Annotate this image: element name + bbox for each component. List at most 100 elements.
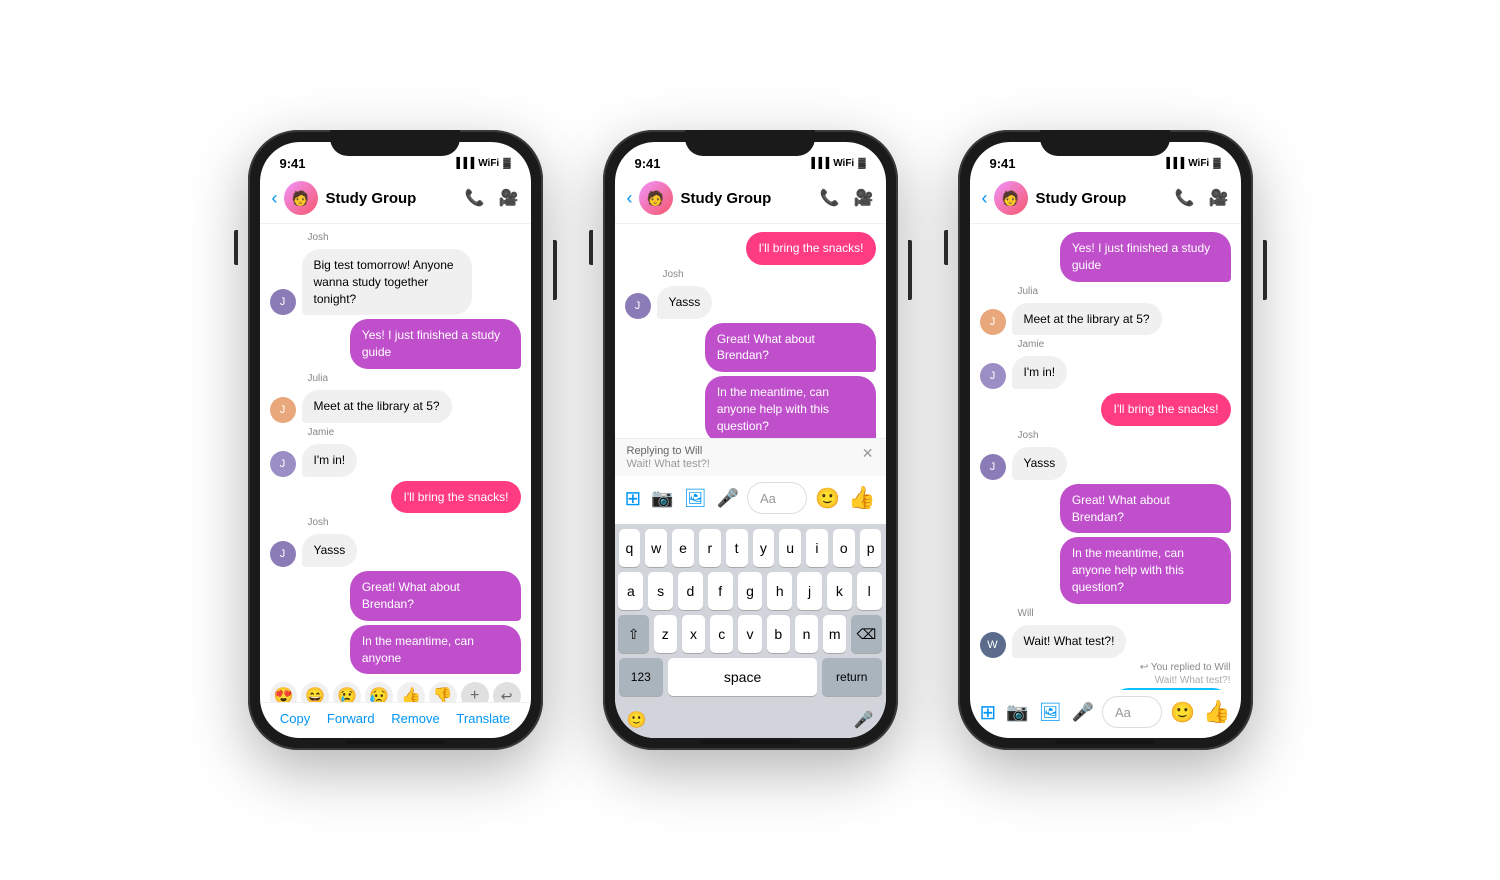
key-n[interactable]: n bbox=[795, 615, 818, 653]
reaction-smile[interactable]: 😄 bbox=[301, 682, 329, 702]
status-time-1: 9:41 bbox=[280, 156, 306, 171]
bubble-p2-3: Great! What about Brendan? bbox=[705, 323, 876, 373]
messages-area-3: Yes! I just finished a study guide Julia… bbox=[970, 224, 1241, 690]
video-call-icon-3[interactable]: 🎥 bbox=[1209, 188, 1229, 208]
back-button-1[interactable]: ‹ bbox=[272, 188, 278, 209]
messages-area-2: I'll bring the snacks! Josh J Yasss Grea… bbox=[615, 224, 886, 438]
chat-header-2: ‹ 🧑 Study Group 📞 🎥 bbox=[615, 175, 886, 224]
key-b[interactable]: b bbox=[767, 615, 790, 653]
mic-icon-3[interactable]: 🎤 bbox=[1072, 702, 1094, 723]
video-call-icon-2[interactable]: 🎥 bbox=[854, 188, 874, 208]
key-m[interactable]: m bbox=[823, 615, 846, 653]
status-time-2: 9:41 bbox=[635, 156, 661, 171]
home-indicator-3 bbox=[1055, 740, 1155, 744]
sender-julia-p3: Julia bbox=[1018, 286, 1231, 297]
phone-call-icon-3[interactable]: 📞 bbox=[1175, 188, 1195, 208]
emoji-icon-3[interactable]: 🙂 bbox=[1170, 700, 1195, 725]
key-h[interactable]: h bbox=[767, 572, 792, 610]
key-j[interactable]: j bbox=[797, 572, 822, 610]
camera-icon-3[interactable]: 📷 bbox=[1006, 702, 1028, 723]
sender-julia-1: Julia bbox=[308, 373, 521, 384]
key-q[interactable]: q bbox=[619, 529, 641, 567]
key-shift[interactable]: ⇧ bbox=[618, 615, 648, 653]
back-button-2[interactable]: ‹ bbox=[627, 188, 633, 209]
key-return[interactable]: return bbox=[822, 658, 882, 696]
key-backspace[interactable]: ⌫ bbox=[851, 615, 881, 653]
emoji-keyboard-icon[interactable]: 🙂 bbox=[627, 710, 647, 730]
translate-button[interactable]: Translate bbox=[456, 711, 510, 726]
key-123[interactable]: 123 bbox=[619, 658, 664, 696]
phone-3: 9:41 ▐▐▐ WiFi ▓ ‹ 🧑 Study Group 📞 🎥 bbox=[958, 130, 1253, 750]
msg-row-2: Yes! I just finished a study guide bbox=[270, 319, 521, 369]
key-w[interactable]: w bbox=[645, 529, 667, 567]
key-y[interactable]: y bbox=[753, 529, 775, 567]
forward-button[interactable]: Forward bbox=[327, 711, 375, 726]
sender-josh-p2: Josh bbox=[663, 269, 876, 280]
avatar-josh-p3: J bbox=[980, 454, 1006, 480]
like-icon-3[interactable]: 👍 bbox=[1203, 699, 1230, 725]
key-g[interactable]: g bbox=[738, 572, 763, 610]
key-r[interactable]: r bbox=[699, 529, 721, 567]
key-o[interactable]: o bbox=[833, 529, 855, 567]
reaction-thumbdown[interactable]: 👎 bbox=[429, 682, 457, 702]
message-input-2[interactable]: Aa bbox=[747, 482, 807, 514]
avatar-josh-p2: J bbox=[625, 293, 651, 319]
reaction-cry[interactable]: 😢 bbox=[333, 682, 361, 702]
key-p[interactable]: p bbox=[860, 529, 882, 567]
notch-3 bbox=[1040, 130, 1170, 156]
emoji-icon-2[interactable]: 🙂 bbox=[815, 486, 840, 511]
remove-button[interactable]: Remove bbox=[391, 711, 439, 726]
reaction-sweat[interactable]: 😥 bbox=[365, 682, 393, 702]
phone-call-icon-1[interactable]: 📞 bbox=[465, 188, 485, 208]
grid-icon[interactable]: ⊞ bbox=[625, 486, 642, 511]
key-t[interactable]: t bbox=[726, 529, 748, 567]
mic-icon[interactable]: 🎤 bbox=[717, 488, 739, 509]
mic-keyboard-icon[interactable]: 🎤 bbox=[854, 710, 874, 730]
key-e[interactable]: e bbox=[672, 529, 694, 567]
bubble-8: In the meantime, can anyone bbox=[350, 625, 521, 675]
key-v[interactable]: v bbox=[738, 615, 761, 653]
notch-2 bbox=[685, 130, 815, 156]
key-c[interactable]: c bbox=[710, 615, 733, 653]
key-k[interactable]: k bbox=[827, 572, 852, 610]
grid-icon-3[interactable]: ⊞ bbox=[980, 700, 997, 725]
reaction-add-button[interactable]: + bbox=[461, 682, 489, 702]
photo-icon[interactable]: 🖼 bbox=[684, 488, 707, 509]
key-a[interactable]: a bbox=[618, 572, 643, 610]
phone-call-icon-2[interactable]: 📞 bbox=[820, 188, 840, 208]
like-icon-2[interactable]: 👍 bbox=[848, 485, 875, 511]
keyboard-row-1: q w e r t y u i o p bbox=[615, 524, 886, 567]
bubble-6: Yasss bbox=[302, 534, 358, 567]
copy-button[interactable]: Copy bbox=[280, 711, 310, 726]
key-l[interactable]: l bbox=[857, 572, 882, 610]
key-u[interactable]: u bbox=[779, 529, 801, 567]
key-s[interactable]: s bbox=[648, 572, 673, 610]
key-space[interactable]: space bbox=[668, 658, 817, 696]
reaction-reply-button[interactable]: ↩ bbox=[493, 682, 521, 702]
message-input-3[interactable]: Aa bbox=[1102, 696, 1162, 728]
keyboard-row-2: a s d f g h j k l bbox=[615, 567, 886, 610]
bubble-p3-1: Yes! I just finished a study guide bbox=[1060, 232, 1231, 282]
key-f[interactable]: f bbox=[708, 572, 733, 610]
sender-josh-1: Josh bbox=[308, 232, 521, 243]
bubble-p3-7: In the meantime, can anyone help with th… bbox=[1060, 537, 1231, 603]
reaction-thumbup[interactable]: 👍 bbox=[397, 682, 425, 702]
bubble-p3-3: I'm in! bbox=[1012, 356, 1068, 389]
reaction-love[interactable]: 😍 bbox=[270, 682, 298, 702]
key-x[interactable]: x bbox=[682, 615, 705, 653]
camera-icon[interactable]: 📷 bbox=[651, 488, 673, 509]
sender-josh-2: Josh bbox=[308, 517, 521, 528]
avatar-jamie-1: J bbox=[270, 451, 296, 477]
msg-row-p2-3: Great! What about Brendan? bbox=[625, 323, 876, 373]
reply-close-button[interactable]: ✕ bbox=[862, 445, 874, 462]
photo-icon-3[interactable]: 🖼 bbox=[1039, 702, 1062, 723]
video-call-icon-1[interactable]: 🎥 bbox=[499, 188, 519, 208]
avatar-jamie-p3: J bbox=[980, 363, 1006, 389]
key-d[interactable]: d bbox=[678, 572, 703, 610]
back-button-3[interactable]: ‹ bbox=[982, 188, 988, 209]
bubble-p2-1: I'll bring the snacks! bbox=[746, 232, 875, 265]
key-i[interactable]: i bbox=[806, 529, 828, 567]
avatar-julia-1: J bbox=[270, 397, 296, 423]
header-actions-1: 📞 🎥 bbox=[465, 188, 519, 208]
key-z[interactable]: z bbox=[654, 615, 677, 653]
